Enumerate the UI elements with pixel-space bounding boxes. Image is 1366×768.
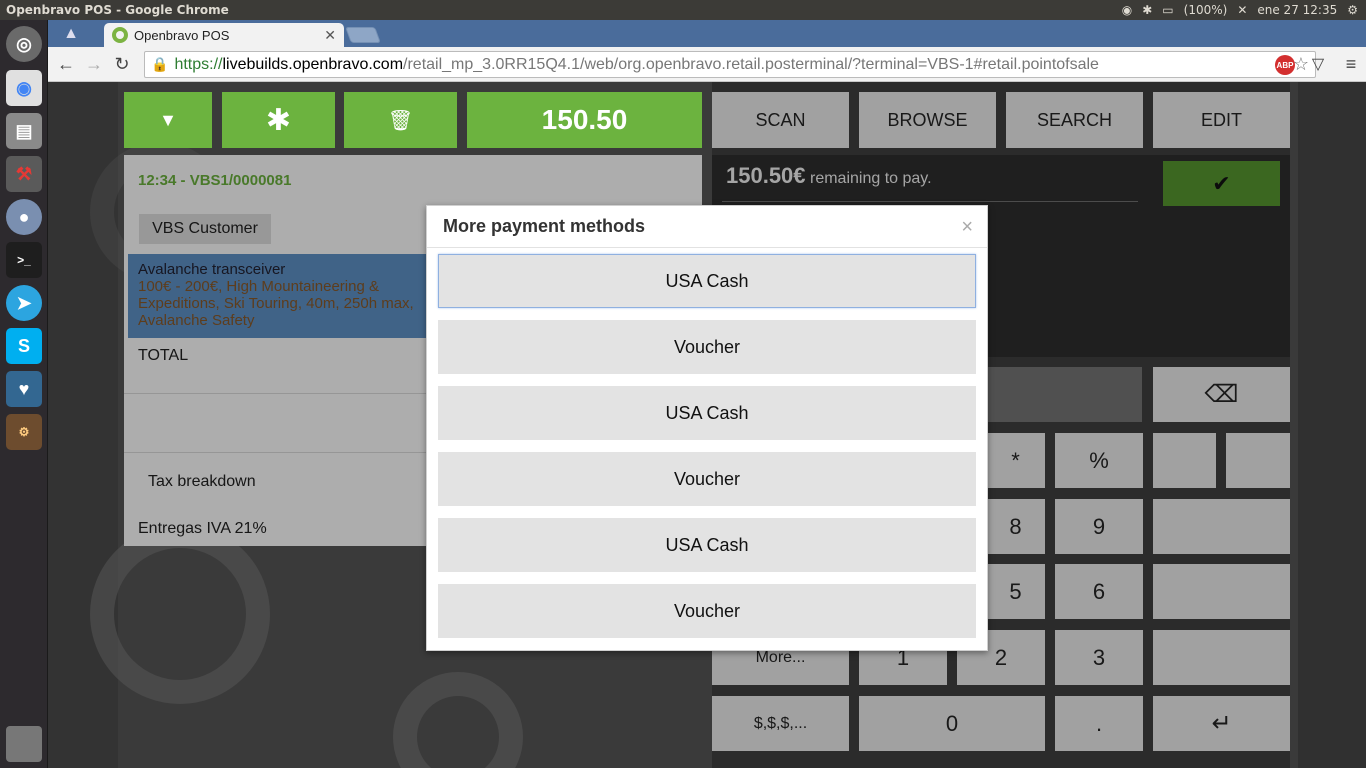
tab-scan[interactable]: SCAN [712,92,849,148]
wifi-icon[interactable]: ◉ [1122,3,1132,17]
key-blank[interactable] [1153,630,1290,685]
key-blank[interactable] [1226,433,1290,488]
tab-search[interactable]: SEARCH [1006,92,1143,148]
total-button[interactable]: 150.50 [467,92,702,148]
terminal-icon[interactable]: >_ [6,242,42,278]
payment-method-usa-cash[interactable]: USA Cash [438,254,976,308]
incognito-icon: ▲ [63,25,79,42]
url-host: livebuilds.openbravo.com [222,55,404,73]
remaining-text: remaining to pay. [809,170,932,187]
key-dot[interactable]: . [1055,696,1143,751]
trash-icon: 🗑 [387,109,414,132]
keypad-display[interactable] [986,367,1142,422]
lock-icon: 🔒 [151,56,169,72]
menu-dropdown-button[interactable]: ▼ [124,92,212,148]
more-payment-methods-dialog: More payment methods × USA Cash Voucher … [426,205,988,651]
tab-title: Openbravo POS [134,27,230,43]
asterisk-icon: ✱ [265,103,292,137]
settings-tool-icon[interactable]: ⚒ [6,156,42,192]
battery-percent[interactable]: (100%) [1184,3,1228,17]
battery-icon[interactable]: ▭ [1162,3,1173,17]
reload-icon[interactable]: ↻ [108,50,136,78]
gear-icon[interactable]: ⚙ [1347,3,1358,17]
skype-icon[interactable]: S [6,328,42,364]
dialog-title: More payment methods [427,206,987,248]
openbravo-favicon-icon [112,27,128,43]
key-percent[interactable]: % [1055,433,1143,488]
back-icon[interactable]: ← [52,50,80,78]
ubuntu-dash-icon[interactable]: ◎ [6,26,42,62]
key-blank[interactable] [1153,564,1290,619]
dialog-close-icon[interactable]: × [961,216,973,239]
postgresql-icon[interactable]: ♥ [6,371,42,407]
launcher: ◎ ◉ ▤ ⚒ ● >_ ➤ S ♥ ⚙ [0,20,48,768]
clock[interactable]: ene 27 12:35 [1257,3,1337,17]
new-tab-button[interactable] [345,27,381,43]
key-blank[interactable] [1153,499,1290,554]
payment-method-voucher[interactable]: Voucher [438,320,976,374]
remaining-amount: 150.50€ [726,163,806,188]
url-path: /retail_mp_3.0RR15Q4.1/web/org.openbravo… [403,55,1099,73]
dev-ide-icon[interactable]: ⚙ [6,414,42,450]
forward-icon[interactable]: → [80,50,108,78]
browser-tab[interactable]: Openbravo POS ✕ [104,23,344,47]
caret-down-icon: ▼ [159,109,177,130]
address-bar[interactable]: 🔒 https:// livebuilds.openbravo.com /ret… [144,51,1316,78]
adblock-icon[interactable]: ABP [1275,55,1295,75]
chromium-icon[interactable]: ● [6,199,42,235]
payment-method-usa-cash[interactable]: USA Cash [438,518,976,572]
backspace-icon: ⌫ [1204,381,1239,408]
asterisk-button[interactable]: ✱ [222,92,335,148]
key-asterisk[interactable]: * [986,433,1045,488]
os-top-panel: Openbravo POS - Google Chrome ◉ ✱ ▭ (100… [0,0,1366,20]
tab-browse[interactable]: BROWSE [859,92,996,148]
payment-method-voucher[interactable]: Voucher [438,452,976,506]
key-3[interactable]: 3 [1055,630,1143,685]
tab-edit[interactable]: EDIT [1153,92,1290,148]
delete-button[interactable]: 🗑 [344,92,457,148]
chrome-menu-icon[interactable]: ≡ [1341,54,1361,74]
system-tray: ◉ ✱ ▭ (100%) ✕ ene 27 12:35 ⚙ [1122,3,1366,17]
bookmark-star-icon[interactable]: ☆ [1293,54,1309,75]
url-scheme: https:// [174,55,223,73]
extension-icon[interactable]: ▽ [1309,55,1327,73]
enter-icon: ↵ [1211,710,1232,737]
browser-toolbar: ← → ↻ 🔒 https:// livebuilds.openbravo.co… [48,47,1366,82]
volume-mute-icon[interactable]: ✕ [1237,3,1247,17]
trash-icon[interactable] [6,726,42,762]
key-6[interactable]: 6 [1055,564,1143,619]
payment-method-usa-cash[interactable]: USA Cash [438,386,976,440]
key-0[interactable]: 0 [859,696,1045,751]
tab-close-icon[interactable]: ✕ [324,27,336,44]
files-icon[interactable]: ▤ [6,113,42,149]
chrome-icon[interactable]: ◉ [6,70,42,106]
done-button[interactable]: ✔ [1163,161,1280,206]
key-blank[interactable] [1153,433,1216,488]
window-title: Openbravo POS - Google Chrome [6,3,229,17]
key-5[interactable]: 5 [986,564,1045,619]
telegram-icon[interactable]: ➤ [6,285,42,321]
checkmark-icon: ✔ [1212,170,1231,196]
browser-tab-strip: ▲ Openbravo POS ✕ [48,20,1366,47]
background-tile [1298,82,1366,768]
background-logo-icon [90,524,270,704]
backspace-button[interactable]: ⌫ [1153,367,1290,422]
payment-method-voucher[interactable]: Voucher [438,584,976,638]
coins-button[interactable]: $,$,$,... [712,696,849,751]
remaining-info: 150.50€ remaining to pay. [726,163,932,189]
bluetooth-icon[interactable]: ✱ [1142,3,1152,17]
key-8[interactable]: 8 [986,499,1045,554]
divider [722,201,1138,202]
enter-button[interactable]: ↵ [1153,696,1290,751]
background-logo-icon [393,672,523,768]
key-9[interactable]: 9 [1055,499,1143,554]
